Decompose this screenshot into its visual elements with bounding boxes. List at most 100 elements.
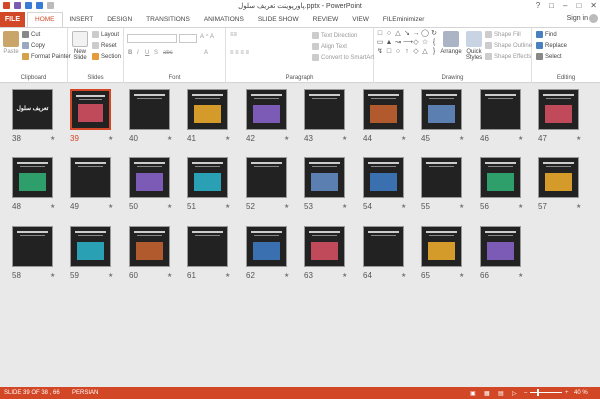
animation-star-icon[interactable]: ★ — [459, 203, 464, 210]
avatar[interactable] — [589, 14, 598, 23]
slide-thumbnail[interactable] — [187, 226, 228, 267]
slide-thumbnail[interactable] — [187, 157, 228, 198]
layout-button[interactable]: Layout — [92, 31, 119, 38]
slide-thumbnail[interactable] — [129, 157, 170, 198]
animation-star-icon[interactable]: ★ — [167, 203, 172, 210]
maximize-icon[interactable]: □ — [576, 1, 581, 10]
animation-star-icon[interactable]: ★ — [225, 135, 230, 142]
zoom-slider[interactable] — [530, 392, 562, 393]
animation-star-icon[interactable]: ★ — [518, 272, 523, 279]
slide-thumbnail[interactable] — [187, 89, 228, 130]
tab-home[interactable]: HOME — [27, 12, 63, 27]
animation-star-icon[interactable]: ★ — [284, 135, 289, 142]
animation-star-icon[interactable]: ★ — [459, 135, 464, 142]
shrink-font-button[interactable]: A — [210, 34, 214, 40]
animation-star-icon[interactable]: ★ — [518, 135, 523, 142]
slide-thumbnail[interactable] — [70, 157, 111, 198]
strikethrough-button[interactable]: abc — [163, 50, 173, 56]
shadow-button[interactable]: S — [154, 50, 158, 56]
minimize-icon[interactable]: – — [563, 1, 567, 10]
animation-star-icon[interactable]: ★ — [50, 135, 55, 142]
animation-star-icon[interactable]: ★ — [50, 203, 55, 210]
slide-thumbnail[interactable] — [421, 89, 462, 130]
paste-button[interactable]: Paste — [2, 31, 20, 55]
slide-sorter-view-icon[interactable]: ▦ — [484, 390, 490, 397]
animation-star-icon[interactable]: ★ — [284, 272, 289, 279]
zoom-in-icon[interactable]: + — [565, 390, 569, 396]
animation-star-icon[interactable]: ★ — [576, 135, 581, 142]
tab-file[interactable]: FILE — [0, 12, 25, 27]
slide-thumbnail[interactable] — [246, 89, 287, 130]
zoom-slider-thumb[interactable] — [537, 389, 539, 396]
language-indicator[interactable]: PERSIAN — [72, 390, 98, 396]
animation-star-icon[interactable]: ★ — [50, 272, 55, 279]
slide-thumbnail[interactable] — [70, 89, 111, 130]
slide-thumbnail[interactable] — [246, 226, 287, 267]
zoom-level[interactable]: 40 % — [574, 390, 588, 396]
copy-button[interactable]: Copy — [22, 42, 45, 49]
animation-star-icon[interactable]: ★ — [401, 203, 406, 210]
grow-font-button[interactable]: A ^ — [200, 34, 208, 40]
font-name-select[interactable] — [127, 34, 177, 43]
slide-thumbnail[interactable] — [12, 226, 53, 267]
slide-thumbnail[interactable] — [129, 89, 170, 130]
slide-thumbnail[interactable] — [363, 157, 404, 198]
arrange-button[interactable]: Arrange — [440, 31, 462, 55]
new-slide-button[interactable]: New Slide — [70, 31, 90, 61]
slide-thumbnail[interactable] — [304, 226, 345, 267]
animation-star-icon[interactable]: ★ — [225, 272, 230, 279]
slide-thumbnail[interactable] — [246, 157, 287, 198]
shapes-gallery[interactable]: □ ○ △ ↘ → ◯ ↻ ▭ ▲ ↝ ⟶ ◇ ☆{ ↯ □ ○ ↑ ◇ △} — [376, 30, 437, 64]
tab-insert[interactable]: INSERT — [63, 12, 101, 27]
slide-thumbnail[interactable] — [421, 226, 462, 267]
slide-thumbnail[interactable] — [304, 157, 345, 198]
slide-thumbnail[interactable] — [538, 157, 579, 198]
align-buttons[interactable]: ≡ ≡ ≡ ≡ — [230, 50, 249, 56]
animation-star-icon[interactable]: ★ — [342, 272, 347, 279]
ribbon-display-icon[interactable]: □ — [549, 1, 554, 10]
slide-thumbnail[interactable] — [480, 157, 521, 198]
slideshow-view-icon[interactable]: ▷ — [512, 390, 517, 397]
font-color-button[interactable]: A — [204, 50, 208, 56]
animation-star-icon[interactable]: ★ — [576, 203, 581, 210]
slide-thumbnail[interactable] — [363, 89, 404, 130]
slide-thumbnail[interactable] — [421, 157, 462, 198]
animation-star-icon[interactable]: ★ — [108, 135, 113, 142]
animation-star-icon[interactable]: ★ — [284, 203, 289, 210]
replace-button[interactable]: Replace — [536, 42, 567, 49]
find-button[interactable]: Find — [536, 31, 557, 38]
tab-design[interactable]: DESIGN — [100, 12, 139, 27]
animation-star-icon[interactable]: ★ — [108, 272, 113, 279]
slide-thumbnail[interactable] — [480, 89, 521, 130]
zoom-out-icon[interactable]: – — [524, 390, 527, 396]
select-button[interactable]: Select — [536, 53, 562, 60]
slide-thumbnail[interactable] — [129, 226, 170, 267]
quick-styles-button[interactable]: Quick Styles — [464, 31, 484, 61]
text-direction-button[interactable]: Text Direction — [312, 32, 357, 39]
animation-star-icon[interactable]: ★ — [401, 272, 406, 279]
animation-star-icon[interactable]: ★ — [225, 203, 230, 210]
tab-transitions[interactable]: TRANSITIONS — [139, 12, 197, 27]
section-button[interactable]: Section — [92, 53, 121, 60]
slide-thumbnail[interactable]: تعریف سلول — [12, 89, 53, 130]
shape-effects-button[interactable]: Shape Effects — [485, 53, 531, 60]
shape-outline-button[interactable]: Shape Outline — [485, 42, 532, 49]
tab-animations[interactable]: ANIMATIONS — [197, 12, 251, 27]
convert-smartart-button[interactable]: Convert to SmartArt — [312, 54, 374, 61]
sign-in-link[interactable]: Sign in — [567, 15, 588, 22]
tab-slide-show[interactable]: SLIDE SHOW — [251, 12, 306, 27]
bullets-button[interactable]: ≡≡ — [230, 32, 237, 38]
tab-fileminimizer[interactable]: FILEminimizer — [376, 12, 432, 27]
italic-button[interactable]: I — [137, 50, 139, 56]
animation-star-icon[interactable]: ★ — [518, 203, 523, 210]
align-text-button[interactable]: Align Text — [312, 43, 347, 50]
font-size-select[interactable] — [179, 34, 197, 43]
tab-view[interactable]: VIEW — [345, 12, 376, 27]
slide-thumbnail[interactable] — [70, 226, 111, 267]
animation-star-icon[interactable]: ★ — [167, 272, 172, 279]
slide-thumbnail[interactable] — [12, 157, 53, 198]
reading-view-icon[interactable]: ▤ — [498, 390, 504, 397]
animation-star-icon[interactable]: ★ — [459, 272, 464, 279]
cut-button[interactable]: Cut — [22, 31, 40, 38]
slide-thumbnail[interactable] — [304, 89, 345, 130]
